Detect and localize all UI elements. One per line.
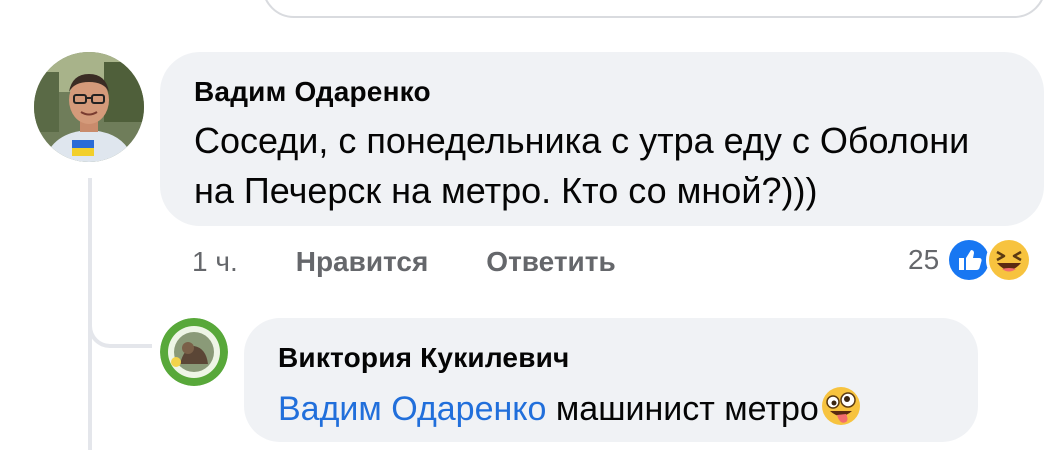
reaction-count: 25 (908, 244, 940, 275)
comment-author[interactable]: Вадим Одаренко (194, 74, 1010, 110)
zany-face-icon (821, 387, 860, 425)
comment-bubble: Вадим Одаренко Соседи, с понедельника с … (160, 52, 1044, 226)
comment-actions: 1 ч. Нравится Ответить (192, 242, 616, 282)
reply-avatar[interactable] (160, 318, 228, 386)
reply-author[interactable]: Виктория Кукилевич (278, 340, 944, 376)
mention-link[interactable]: Вадим Одаренко (278, 390, 546, 428)
thread-line-elbow (88, 300, 152, 348)
comment-text: Соседи, с понедельника с утра еду с Обол… (194, 120, 970, 211)
like-button[interactable]: Нравится (296, 246, 429, 278)
reply-text: Вадим Одаренко машинист метро (278, 384, 944, 432)
avatar[interactable] (34, 52, 144, 162)
haha-icon (986, 237, 1033, 283)
comment-timestamp[interactable]: 1 ч. (192, 246, 238, 278)
reply-message: машинист метро (555, 390, 819, 428)
previous-comment-box (262, 0, 1046, 18)
reply-bubble: Виктория Кукилевич Вадим Одаренко машини… (244, 318, 978, 442)
reactions-summary[interactable]: 25 (908, 234, 1033, 286)
comments-thread: Вадим Одаренко Соседи, с понедельника с … (0, 0, 1049, 450)
reply-button[interactable]: Ответить (486, 246, 615, 278)
